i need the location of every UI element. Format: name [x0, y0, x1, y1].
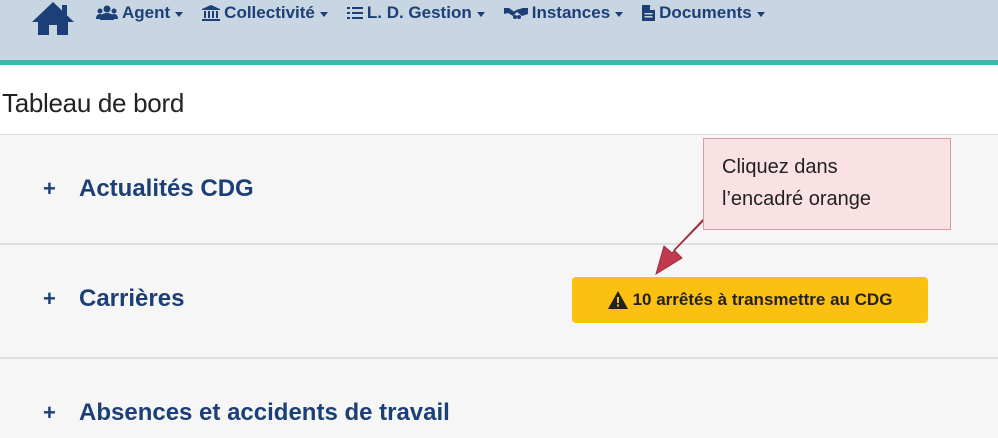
- caret-down-icon: [476, 11, 485, 17]
- file-icon: [642, 5, 656, 21]
- nav-item-documents[interactable]: Documents: [642, 3, 765, 23]
- warning-icon: [607, 291, 628, 309]
- instruction-callout: Cliquez dans l’encadré orange: [703, 138, 951, 230]
- nav-item-label: Agent: [122, 3, 171, 22]
- institution-icon: [202, 5, 221, 21]
- caret-down-icon: [319, 11, 328, 17]
- caret-down-icon: [615, 11, 624, 17]
- nav-menu: Agent Collectivité L. D. Gestion Instanc…: [96, 0, 784, 26]
- nav-item-label: L. D. Gestion: [366, 3, 472, 22]
- nav-item-label: Instances: [531, 3, 611, 22]
- panel-title: Actualités CDG: [79, 175, 254, 202]
- nav-item-collectivite[interactable]: Collectivité: [202, 3, 328, 23]
- handshake-icon: [503, 8, 528, 19]
- callout-line: Cliquez dans: [722, 156, 838, 178]
- caret-down-icon: [756, 11, 765, 17]
- expand-icon: +: [43, 400, 56, 425]
- caret-down-icon: [175, 11, 184, 17]
- nav-item-agent[interactable]: Agent: [96, 3, 184, 23]
- nav-item-ld-gestion[interactable]: L. D. Gestion: [346, 3, 485, 23]
- nav-item-label: Documents: [659, 3, 752, 22]
- top-navbar: Agent Collectivité L. D. Gestion Instanc…: [0, 0, 998, 65]
- alert-text: 10 arrêtés à transmettre au CDG: [632, 290, 893, 309]
- home-button[interactable]: [30, 0, 76, 36]
- users-icon: [96, 5, 118, 20]
- callout-line: l’encadré orange: [722, 188, 871, 210]
- nav-item-instances[interactable]: Instances: [503, 3, 624, 23]
- expand-icon: +: [43, 286, 56, 311]
- expand-icon: +: [43, 176, 56, 201]
- list-icon: [346, 7, 363, 19]
- alert-badge-arretes[interactable]: 10 arrêtés à transmettre au CDG: [572, 277, 928, 323]
- panel-title: Absences et accidents de travail: [79, 399, 450, 426]
- home-icon: [32, 2, 74, 35]
- panel-title: Carrières: [79, 285, 185, 312]
- panel-absences[interactable]: + Absences et accidents de travail: [0, 359, 998, 438]
- page-title: Tableau de bord: [2, 88, 184, 118]
- nav-item-label: Collectivité: [224, 3, 315, 22]
